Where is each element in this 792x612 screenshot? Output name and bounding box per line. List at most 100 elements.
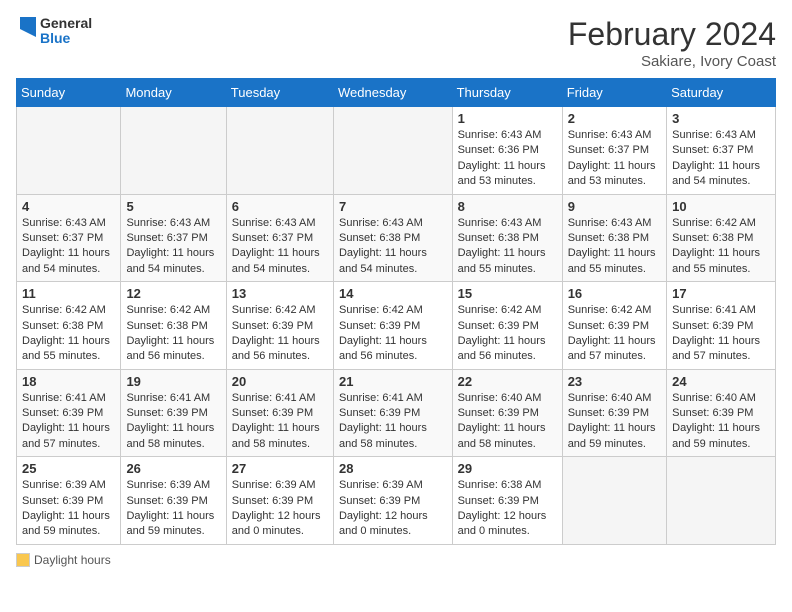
sunrise-text: Sunrise: 6:43 AM (672, 128, 770, 143)
week-row-3: 11Sunrise: 6:42 AMSunset: 6:38 PMDayligh… (17, 282, 776, 370)
day-info: Sunrise: 6:40 AMSunset: 6:39 PMDaylight:… (458, 391, 557, 453)
calendar-cell: 7 Sunrise: 6:43 AMSunset: 6:38 PMDaylight… (333, 194, 452, 282)
col-header-friday: Friday (562, 79, 666, 107)
day-info: Sunrise: 6:42 AMSunset: 6:39 PMDaylight:… (232, 303, 328, 365)
header-row: SundayMondayTuesdayWednesdayThursdayFrid… (17, 79, 776, 107)
calendar-cell: 22Sunrise: 6:40 AMSunset: 6:39 PMDayligh… (452, 369, 562, 457)
day-number: 14 (339, 286, 447, 301)
sunset-text: Sunset: 6:38 PM (22, 319, 115, 334)
sunset-text: Sunset: 6:39 PM (568, 406, 661, 421)
daylight-text: Daylight: 11 hours and 56 minutes. (126, 334, 220, 365)
sunrise-text: Sunrise: 6:39 AM (126, 478, 220, 493)
daylight-text: Daylight: 11 hours and 53 minutes. (458, 159, 557, 190)
day-info: Sunrise: 6:42 AMSunset: 6:39 PMDaylight:… (339, 303, 447, 365)
sunset-text: Sunset: 6:39 PM (339, 406, 447, 421)
sunrise-text: Sunrise: 6:43 AM (568, 128, 661, 143)
calendar-cell: 6Sunrise: 6:43 AMSunset: 6:37 PMDaylight… (226, 194, 333, 282)
daylight-text: Daylight: 11 hours and 59 minutes. (22, 509, 115, 540)
legend-color-box (16, 553, 30, 567)
sunset-text: Sunset: 6:39 PM (126, 406, 220, 421)
sunset-text: Sunset: 6:39 PM (232, 494, 328, 509)
sunrise-text: Sunrise: 6:42 AM (339, 303, 447, 318)
daylight-text: Daylight: 11 hours and 56 minutes. (232, 334, 328, 365)
sunrise-text: Sunrise: 6:41 AM (22, 391, 115, 406)
sunrise-text: Sunrise: 6:43 AM (339, 216, 447, 231)
daylight-text: Daylight: 11 hours and 54 minutes. (232, 246, 328, 277)
daylight-text: Daylight: 12 hours and 0 minutes. (458, 509, 557, 540)
col-header-saturday: Saturday (667, 79, 776, 107)
week-row-2: 4Sunrise: 6:43 AMSunset: 6:37 PMDaylight… (17, 194, 776, 282)
sunrise-text: Sunrise: 6:39 AM (22, 478, 115, 493)
main-title: February 2024 (568, 16, 776, 53)
daylight-text: Daylight: 11 hours and 57 minutes. (672, 334, 770, 365)
day-info: Sunrise: 6:42 AMSunset: 6:39 PMDaylight:… (458, 303, 557, 365)
day-info: Sunrise: 6:43 AMSunset: 6:37 PMDaylight:… (22, 216, 115, 278)
daylight-text: Daylight: 11 hours and 58 minutes. (339, 421, 447, 452)
sunset-text: Sunset: 6:39 PM (568, 319, 661, 334)
week-row-5: 25Sunrise: 6:39 AMSunset: 6:39 PMDayligh… (17, 457, 776, 545)
sunset-text: Sunset: 6:39 PM (672, 319, 770, 334)
day-info: Sunrise: 6:39 AMSunset: 6:39 PMDaylight:… (339, 478, 447, 540)
daylight-text: Daylight: 11 hours and 57 minutes. (22, 421, 115, 452)
calendar-cell: 15Sunrise: 6:42 AMSunset: 6:39 PMDayligh… (452, 282, 562, 370)
daylight-text: Daylight: 12 hours and 0 minutes. (339, 509, 447, 540)
day-info: Sunrise: 6:43 AMSunset: 6:37 PMDaylight:… (126, 216, 220, 278)
calendar-cell: 3Sunrise: 6:43 AMSunset: 6:37 PMDaylight… (667, 107, 776, 195)
sunset-text: Sunset: 6:37 PM (568, 143, 661, 158)
daylight-text: Daylight: 11 hours and 55 minutes. (568, 246, 661, 277)
sunset-text: Sunset: 6:39 PM (22, 494, 115, 509)
daylight-text: Daylight: 11 hours and 55 minutes. (22, 334, 115, 365)
day-number: 3 (672, 111, 770, 126)
legend-label: Daylight hours (34, 553, 111, 567)
col-header-sunday: Sunday (17, 79, 121, 107)
logo-triangle-icon (16, 17, 36, 45)
sunset-text: Sunset: 6:39 PM (339, 319, 447, 334)
calendar-cell: 2 Sunrise: 6:43 AMSunset: 6:37 PMDaylight… (562, 107, 666, 195)
calendar-cell (121, 107, 226, 195)
calendar-cell: 13Sunrise: 6:42 AMSunset: 6:39 PMDayligh… (226, 282, 333, 370)
sunset-text: Sunset: 6:38 PM (339, 231, 447, 246)
sunrise-text: Sunrise: 6:43 AM (232, 216, 328, 231)
daylight-text: Daylight: 11 hours and 56 minutes. (339, 334, 447, 365)
day-number: 25 (22, 461, 115, 476)
calendar-cell: 9Sunrise: 6:43 AMSunset: 6:38 PMDaylight… (562, 194, 666, 282)
day-number: 7 (339, 199, 447, 214)
day-number: 27 (232, 461, 328, 476)
sunset-text: Sunset: 6:36 PM (458, 143, 557, 158)
calendar-cell: 8Sunrise: 6:43 AMSunset: 6:38 PMDaylight… (452, 194, 562, 282)
subtitle: Sakiare, Ivory Coast (568, 53, 776, 70)
day-number: 20 (232, 374, 328, 389)
day-number: 10 (672, 199, 770, 214)
sunset-text: Sunset: 6:38 PM (458, 231, 557, 246)
sunrise-text: Sunrise: 6:42 AM (126, 303, 220, 318)
calendar-cell: 29Sunrise: 6:38 AMSunset: 6:39 PMDayligh… (452, 457, 562, 545)
day-info: Sunrise: 6:41 AMSunset: 6:39 PMDaylight:… (232, 391, 328, 453)
sunrise-text: Sunrise: 6:42 AM (232, 303, 328, 318)
calendar-cell (562, 457, 666, 545)
sunrise-text: Sunrise: 6:40 AM (458, 391, 557, 406)
sunset-text: Sunset: 6:39 PM (232, 319, 328, 334)
daylight-text: Daylight: 11 hours and 58 minutes. (232, 421, 328, 452)
day-info: Sunrise: 6:43 AMSunset: 6:37 PMDaylight:… (568, 128, 661, 190)
day-number: 2 (568, 111, 661, 126)
sunrise-text: Sunrise: 6:42 AM (672, 216, 770, 231)
day-number: 5 (126, 199, 220, 214)
calendar-cell: 21Sunrise: 6:41 AMSunset: 6:39 PMDayligh… (333, 369, 452, 457)
sunset-text: Sunset: 6:37 PM (22, 231, 115, 246)
sunrise-text: Sunrise: 6:43 AM (458, 216, 557, 231)
day-info: Sunrise: 6:43 AMSunset: 6:38 PMDaylight:… (339, 216, 447, 278)
sunrise-text: Sunrise: 6:43 AM (22, 216, 115, 231)
daylight-text: Daylight: 11 hours and 59 minutes. (672, 421, 770, 452)
day-info: Sunrise: 6:41 AMSunset: 6:39 PMDaylight:… (126, 391, 220, 453)
day-info: Sunrise: 6:42 AMSunset: 6:38 PMDaylight:… (22, 303, 115, 365)
calendar-cell: 16Sunrise: 6:42 AMSunset: 6:39 PMDayligh… (562, 282, 666, 370)
day-info: Sunrise: 6:43 AMSunset: 6:38 PMDaylight:… (568, 216, 661, 278)
day-info: Sunrise: 6:38 AMSunset: 6:39 PMDaylight:… (458, 478, 557, 540)
day-number: 28 (339, 461, 447, 476)
day-number: 17 (672, 286, 770, 301)
sunrise-text: Sunrise: 6:41 AM (126, 391, 220, 406)
daylight-text: Daylight: 11 hours and 56 minutes. (458, 334, 557, 365)
daylight-text: Daylight: 11 hours and 53 minutes. (568, 159, 661, 190)
day-info: Sunrise: 6:39 AMSunset: 6:39 PMDaylight:… (22, 478, 115, 540)
calendar-cell (17, 107, 121, 195)
